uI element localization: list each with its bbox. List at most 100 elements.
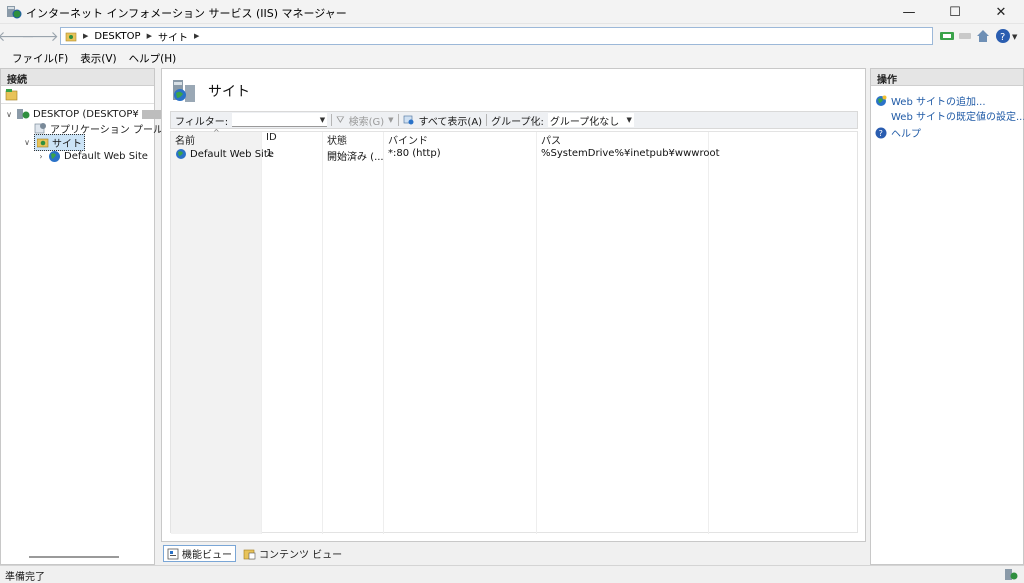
action-set-defaults-label: Web サイトの既定値の設定... (891, 112, 1024, 123)
collapse-icon[interactable]: ∨ (5, 110, 13, 119)
tree-node-default-site[interactable]: › Default Web Site (37, 149, 148, 163)
filter-dropdown-icon[interactable]: ▼ (320, 116, 325, 124)
cell-status: 開始済み (... (327, 152, 384, 163)
column-divider (322, 132, 323, 534)
search-dropdown-icon[interactable]: ▼ (388, 116, 393, 124)
svg-text:?: ? (1000, 32, 1005, 43)
window-title: インターネット インフォメーション サービス (IIS) マネージャー (26, 7, 347, 20)
tab-content-view[interactable]: コンテンツ ビュー (240, 545, 345, 562)
filter-bar: フィルター: ▼ ⛛ 検索(G) ▼ すべて表示(A) グループ化: グループ化… (170, 111, 858, 129)
separator (486, 114, 488, 126)
connections-panel: 接続 ∨ DESKTOP (DESKTOP¥ アプリケーション プール ∨ サイ… (0, 68, 172, 565)
column-divider (383, 132, 384, 534)
chevron-right-icon: ▶ (193, 32, 200, 40)
page-title: サイト (208, 84, 250, 100)
cell-path: %SystemDrive%¥inetpub¥wwwroot (541, 148, 720, 159)
status-bar: 準備完了 (0, 565, 1024, 583)
tree-node-server[interactable]: ∨ DESKTOP (DESKTOP¥ (5, 107, 172, 121)
menu-help[interactable]: ヘルプ(H) (123, 51, 183, 66)
separator (397, 114, 399, 126)
breadcrumb-desktop[interactable]: DESKTOP (94, 31, 140, 42)
tree-label-default-site: Default Web Site (64, 150, 148, 162)
home-icon[interactable] (975, 28, 991, 44)
sites-pane: サイト フィルター: ▼ ⛛ 検索(G) ▼ すべて表示(A) グループ化: グ… (161, 68, 866, 542)
help-dropdown-icon[interactable]: ▼ (1012, 33, 1017, 41)
group-by-label: グループ化: (491, 116, 544, 128)
expand-icon[interactable]: › (37, 152, 45, 161)
group-by-select[interactable]: グループ化なし ▼ (547, 113, 634, 128)
collapse-icon[interactable]: ∨ (23, 138, 31, 147)
connections-header: 接続 (1, 69, 154, 86)
cell-bindings: *:80 (http) (388, 148, 441, 159)
group-by-dropdown-icon[interactable]: ▼ (626, 116, 631, 124)
address-bar[interactable]: ▶ DESKTOP ▶ サイト ▶ (60, 27, 933, 45)
funnel-icon: ⛛ (336, 114, 345, 126)
add-globe-icon (876, 95, 887, 106)
name-column-shade (171, 132, 261, 534)
sort-ascending-icon: ^ (213, 128, 220, 137)
tab-content-label: コンテンツ ビュー (259, 550, 343, 561)
maximize-button[interactable]: ☐ (932, 0, 978, 24)
tree-label-sites: サイト (52, 138, 82, 150)
globe-icon (176, 149, 186, 159)
connections-toolbar (1, 86, 154, 104)
features-view-icon (167, 548, 179, 559)
separator (331, 114, 333, 126)
action-add-website-label: Web サイトの追加... (891, 97, 986, 108)
tab-features-label: 機能ビュー (182, 550, 232, 561)
menu-bar: ファイル(F) 表示(V) ヘルプ(H) (0, 48, 1024, 68)
column-header-status[interactable]: 状態 (323, 132, 347, 147)
address-toolbar: 🡐 🡒 ▶ DESKTOP ▶ サイト ▶ ? ▼ (0, 24, 1024, 48)
breadcrumb-sites[interactable]: サイト (158, 29, 188, 44)
tree-node-sites-selected[interactable]: サイト (34, 133, 85, 151)
filter-label: フィルター: (175, 116, 229, 128)
network-status-icon (1005, 569, 1018, 580)
title-bar: インターネット インフォメーション サービス (IIS) マネージャー — ☐ … (0, 0, 1024, 24)
forward-button[interactable]: 🡒 (21, 27, 59, 45)
horizontal-scrollbar[interactable] (29, 556, 119, 558)
show-all-icon (403, 115, 414, 124)
column-header-name[interactable]: 名前 (171, 132, 195, 147)
action-add-website[interactable]: Web サイトの追加... (875, 93, 986, 108)
status-text: 準備完了 (5, 572, 45, 583)
sites-list: 名前 ^ ID 状態 バインド パス Default Web Site 1 開始… (170, 128, 858, 534)
column-header-id[interactable]: ID (262, 132, 277, 146)
chevron-right-icon: ▶ (83, 32, 89, 40)
globe-icon (49, 150, 60, 162)
tree-label-server: DESKTOP (DESKTOP¥ (33, 108, 139, 120)
iis-app-icon (7, 6, 22, 19)
group-by-value: グループ化なし (549, 117, 620, 128)
sites-header-icon (173, 80, 195, 102)
sites-folder-icon (37, 138, 49, 147)
cell-id: 1 (266, 148, 273, 159)
column-divider (536, 132, 537, 534)
tree-node-sites[interactable]: ∨ サイト (23, 133, 85, 151)
column-header-path[interactable]: パス (537, 132, 561, 147)
sites-folder-icon (65, 32, 77, 42)
column-divider (261, 132, 262, 534)
tab-features-view[interactable]: 機能ビュー (163, 545, 236, 562)
actions-header: 操作 (871, 69, 1023, 86)
content-view-icon (243, 549, 256, 559)
column-header-bindings[interactable]: バインド (384, 132, 428, 147)
menu-view[interactable]: 表示(V) (74, 51, 122, 66)
view-tabs: 機能ビュー コンテンツ ビュー (161, 542, 866, 565)
menu-file[interactable]: ファイル(F) (6, 51, 74, 66)
new-connection-icon[interactable] (5, 88, 19, 102)
actions-panel: 操作 Web サイトの追加... Web サイトの既定値の設定... ? ヘルプ (870, 68, 1024, 565)
search-button[interactable]: 検索(G) (349, 113, 385, 128)
connect-icon[interactable] (939, 28, 955, 44)
show-all-button[interactable]: すべて表示(A) (419, 113, 483, 128)
close-button[interactable]: ✕ (978, 0, 1024, 24)
help-icon: ? (875, 127, 887, 138)
chevron-right-icon: ▶ (146, 32, 152, 40)
disconnect-icon[interactable] (957, 28, 973, 44)
minimize-button[interactable]: — (886, 0, 932, 24)
app-pools-icon (34, 123, 46, 134)
help-icon[interactable]: ? (995, 28, 1011, 44)
filter-input[interactable]: ▼ (232, 113, 328, 127)
action-help[interactable]: ? ヘルプ (875, 125, 921, 140)
action-set-defaults[interactable]: Web サイトの既定値の設定... (891, 108, 1024, 123)
action-help-label: ヘルプ (891, 129, 921, 140)
server-icon (17, 109, 30, 119)
